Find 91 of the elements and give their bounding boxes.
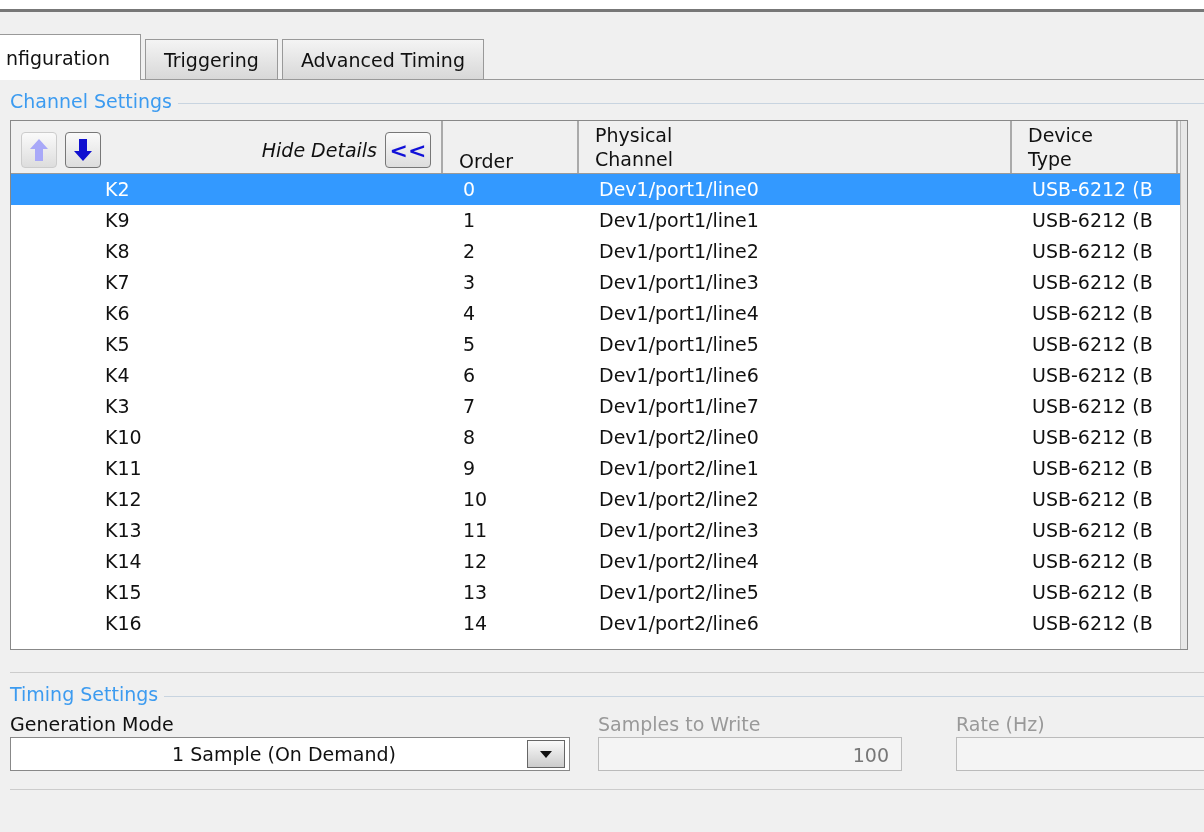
table-cell: 13 (463, 581, 488, 603)
table-cell: USB-6212 (B (1032, 240, 1153, 262)
table-cell: Dev1/port2/line0 (599, 426, 759, 448)
table-cell: USB-6212 (B (1032, 612, 1153, 634)
down-arrow-icon (73, 138, 93, 162)
table-cell: K9 (105, 209, 130, 231)
table-cell: K16 (105, 612, 142, 634)
table-cell: Dev1/port1/line6 (599, 364, 759, 386)
table-cell: USB-6212 (B (1032, 581, 1153, 603)
table-cell: K15 (105, 581, 142, 603)
table-row[interactable]: K16 14 Dev1/port2/line6 USB-6212 (B (11, 608, 1180, 639)
table-cell: K2 (105, 178, 130, 200)
table-cell: USB-6212 (B (1032, 178, 1153, 200)
caret-icon (540, 750, 552, 758)
table-cell: USB-6212 (B (1032, 302, 1153, 324)
table-cell: Dev1/port2/line3 (599, 519, 759, 541)
table-row[interactable]: K6 4 Dev1/port1/line4 USB-6212 (B (11, 298, 1180, 329)
table-cell: USB-6212 (B (1032, 333, 1153, 355)
table-cell: K5 (105, 333, 130, 355)
table-cell: USB-6212 (B (1032, 488, 1153, 510)
table-cell: K4 (105, 364, 130, 386)
table-cell: 12 (463, 550, 488, 572)
table-cell: Dev1/port2/line4 (599, 550, 759, 572)
table-row[interactable]: K10 8 Dev1/port2/line0 USB-6212 (B (11, 422, 1180, 453)
group-title: Timing Settings (10, 683, 159, 705)
table-cell: USB-6212 (B (1032, 271, 1153, 293)
move-down-button[interactable] (65, 132, 101, 168)
table-cell: K12 (105, 488, 142, 510)
table-cell: 1 (463, 209, 476, 231)
group-title: Channel Settings (10, 90, 172, 112)
hide-details-button[interactable]: << (385, 132, 431, 168)
hide-details-label: Hide Details (261, 139, 377, 161)
table-cell: K6 (105, 302, 130, 324)
table-cell: K3 (105, 395, 130, 417)
field-label: Samples to Write (598, 712, 762, 737)
table-row[interactable]: K3 7 Dev1/port1/line7 USB-6212 (B (11, 391, 1180, 422)
table-cell: Dev1/port1/line3 (599, 271, 759, 293)
table-cell: USB-6212 (B (1032, 457, 1153, 479)
table-cell: Dev1/port1/line2 (599, 240, 759, 262)
tab[interactable]: nfiguration (0, 34, 141, 80)
table-cell: K8 (105, 240, 130, 262)
table-cell: USB-6212 (B (1032, 395, 1153, 417)
scrollbar[interactable] (1180, 121, 1187, 649)
table-cell: Dev1/port1/line5 (599, 333, 759, 355)
table-cell: 10 (463, 488, 488, 510)
table-row[interactable]: K7 3 Dev1/port1/line3 USB-6212 (B (11, 267, 1180, 298)
table-cell: USB-6212 (B (1032, 426, 1153, 448)
table-cell: K14 (105, 550, 142, 572)
table-cell: K11 (105, 457, 142, 479)
up-arrow-icon (29, 138, 49, 162)
table-cell: Dev1/port2/line1 (599, 457, 759, 479)
table-row[interactable]: K14 12 Dev1/port2/line4 USB-6212 (B (11, 546, 1180, 577)
table-cell: 5 (463, 333, 476, 355)
table-row[interactable]: K11 9 Dev1/port2/line1 USB-6212 (B (11, 453, 1180, 484)
table-cell: Dev1/port1/line4 (599, 302, 759, 324)
table-row[interactable]: K13 11 Dev1/port2/line3 USB-6212 (B (11, 515, 1180, 546)
tab[interactable]: Advanced Timing (281, 39, 484, 79)
table-cell: 6 (463, 364, 476, 386)
table-row[interactable]: K15 13 Dev1/port2/line5 USB-6212 (B (11, 577, 1180, 608)
field-label: Rate (Hz) (956, 712, 1046, 737)
table-cell: USB-6212 (B (1032, 550, 1153, 572)
generation-mode-dropdown[interactable]: 1 Sample (On Demand) (10, 737, 570, 771)
table-cell: Dev1/port1/line1 (599, 209, 759, 231)
table-cell: 8 (463, 426, 476, 448)
table-row[interactable]: K9 1 Dev1/port1/line1 USB-6212 (B (11, 205, 1180, 236)
table-cell: 4 (463, 302, 476, 324)
table-cell: USB-6212 (B (1032, 364, 1153, 386)
table-cell: Dev1/port1/line0 (599, 178, 759, 200)
table-cell: 14 (463, 612, 488, 634)
table-cell: 7 (463, 395, 476, 417)
table-cell: USB-6212 (B (1032, 209, 1153, 231)
table-cell: K10 (105, 426, 142, 448)
table-cell: K13 (105, 519, 142, 541)
table-cell: 3 (463, 271, 476, 293)
table-row[interactable]: K4 6 Dev1/port1/line6 USB-6212 (B (11, 360, 1180, 391)
table-cell: Dev1/port2/line5 (599, 581, 759, 603)
tab[interactable]: Triggering (144, 39, 278, 79)
table-row[interactable]: K8 2 Dev1/port1/line2 USB-6212 (B (11, 236, 1180, 267)
table-cell: Dev1/port1/line7 (599, 395, 759, 417)
table-cell: 11 (463, 519, 488, 541)
table-row[interactable]: K12 10 Dev1/port2/line2 USB-6212 (B (11, 484, 1180, 515)
table-cell: Dev1/port2/line2 (599, 488, 759, 510)
table-cell: 2 (463, 240, 476, 262)
table-cell: 0 (463, 178, 476, 200)
table-row[interactable]: K5 5 Dev1/port1/line5 USB-6212 (B (11, 329, 1180, 360)
table-cell: 9 (463, 457, 476, 479)
table-cell: Dev1/port2/line6 (599, 612, 759, 634)
table-cell: USB-6212 (B (1032, 519, 1153, 541)
input-field[interactable] (956, 737, 1204, 771)
field-label: Generation Mode (10, 712, 175, 737)
table-cell: K7 (105, 271, 130, 293)
